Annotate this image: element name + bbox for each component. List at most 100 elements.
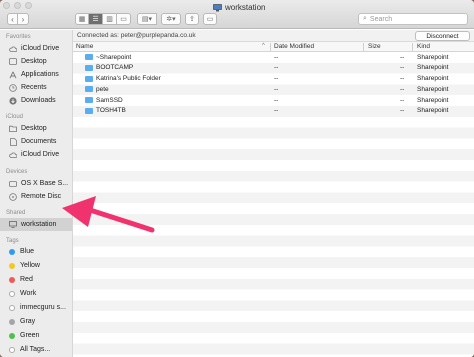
gallery-view-button[interactable]: ▭ <box>117 13 131 25</box>
sidebar-heading-devices: Devices <box>6 169 28 175</box>
column-divider[interactable] <box>412 43 413 51</box>
icon-view-button[interactable]: ▦ <box>75 13 89 25</box>
sidebar-item-applications[interactable]: Applications <box>0 68 72 81</box>
sidebar-item-icloud-drive[interactable]: iCloud Drive <box>0 42 72 55</box>
file-name: ~Sharepoint <box>96 53 132 61</box>
column-kind[interactable]: Kind <box>417 43 430 50</box>
close-button[interactable] <box>3 2 10 9</box>
sidebar-item-icloud-drive-2[interactable]: iCloud Drive <box>0 148 72 161</box>
minimize-button[interactable] <box>14 2 21 9</box>
sidebar-item-remote-disc[interactable]: Remote Disc <box>0 190 72 203</box>
folder-icon <box>85 97 93 104</box>
tag-color-dot <box>9 262 15 269</box>
search-icon: ⌕ <box>363 15 367 22</box>
column-size[interactable]: Size <box>368 43 381 50</box>
file-name: pete <box>96 85 109 93</box>
file-size: -- <box>400 107 405 115</box>
folder-icon <box>85 64 93 71</box>
tag-label: All Tags... <box>20 346 51 353</box>
column-date-modified[interactable]: Date Modified <box>274 43 314 50</box>
folder-icon <box>85 54 93 60</box>
tag-color-dot <box>9 346 15 353</box>
sidebar-heading-shared: Shared <box>6 210 26 216</box>
window-title: workstation <box>213 3 265 12</box>
sidebar-item-label: OS X Base S... <box>21 180 69 187</box>
tag-color-dot <box>9 332 15 339</box>
tag-gray[interactable]: Gray <box>0 315 72 328</box>
column-view-button[interactable]: ▥ <box>103 13 117 25</box>
tag-button[interactable]: ▭ <box>203 13 217 25</box>
sidebar-item-desktop[interactable]: Desktop <box>0 55 72 68</box>
table-row[interactable]: pete -- -- Sharepoint <box>73 84 474 95</box>
sidebar-item-workstation[interactable]: workstation <box>0 218 72 231</box>
tag-yellow[interactable]: Yellow <box>0 259 72 272</box>
disk-icon <box>9 180 17 188</box>
tag-label: Gray <box>20 318 36 325</box>
tag-color-dot <box>9 276 15 283</box>
sidebar-item-os-x-base[interactable]: OS X Base S... <box>0 177 72 190</box>
navigation-buttons: ‹ › <box>7 13 29 25</box>
sidebar-heading-tags: Tags <box>6 238 19 244</box>
table-row[interactable]: Katrina's Public Folder -- -- Sharepoint <box>73 74 474 85</box>
cloud-icon <box>9 151 17 159</box>
file-kind: Sharepoint <box>417 75 449 83</box>
file-browser: Connected as: peter@purplepanda.co.uk Di… <box>73 30 474 357</box>
file-name: TOSH4TB <box>96 107 126 115</box>
file-date: -- <box>274 53 279 61</box>
disconnect-button[interactable]: Disconnect <box>415 31 470 41</box>
disc-icon <box>9 192 17 201</box>
sidebar-item-recents[interactable]: Recents <box>0 81 72 94</box>
download-icon <box>9 96 17 105</box>
sidebar-item-label: iCloud Drive <box>21 45 60 52</box>
tag-label: Red <box>20 276 33 283</box>
table-row[interactable]: SamSSD -- -- Sharepoint <box>73 95 474 106</box>
toolbar: ‹ › ▦ ☰ ▥ ▭ ▤▾ ✲▾ ⇪ ▭ workstation ⌕ Sear… <box>0 0 474 29</box>
share-button[interactable]: ⇪ <box>185 13 199 25</box>
table-row[interactable]: ~Sharepoint -- -- Sharepoint <box>73 52 474 63</box>
file-size: -- <box>400 75 405 83</box>
file-date: -- <box>274 85 279 93</box>
sidebar-item-downloads[interactable]: Downloads <box>0 94 72 107</box>
tag-label: Yellow <box>20 262 40 269</box>
tag-color-dot <box>9 304 15 311</box>
file-date: -- <box>274 107 279 115</box>
table-row[interactable]: TOSH4TB -- -- Sharepoint <box>73 106 474 117</box>
tag-immecguru[interactable]: immecguru s... <box>0 301 72 314</box>
sort-chevron-icon: ^ <box>262 43 265 49</box>
connection-bar: Connected as: peter@purplepanda.co.uk Di… <box>73 30 474 42</box>
column-name[interactable]: Name <box>76 43 93 50</box>
action-toolbar: ▤▾ ✲▾ ⇪ ▭ <box>137 13 217 25</box>
group-by-button[interactable]: ▤▾ <box>137 13 157 25</box>
table-row[interactable]: BOOTCAMP -- -- Sharepoint <box>73 63 474 74</box>
sidebar-item-label: workstation <box>21 221 57 228</box>
sidebar-item-label: Documents <box>21 138 57 145</box>
tag-red[interactable]: Red <box>0 273 72 286</box>
sidebar-item-icloud-desktop[interactable]: Desktop <box>0 122 72 135</box>
back-button[interactable]: ‹ <box>7 13 18 25</box>
file-size: -- <box>400 85 405 93</box>
action-gear-button[interactable]: ✲▾ <box>161 13 181 25</box>
tag-work[interactable]: Work <box>0 287 72 300</box>
folder-icon <box>85 107 93 114</box>
tag-label: Work <box>20 290 37 297</box>
column-divider[interactable] <box>270 43 271 51</box>
tag-color-dot <box>9 248 15 255</box>
file-name: SamSSD <box>96 96 123 104</box>
list-view-button[interactable]: ☰ <box>89 13 103 25</box>
search-placeholder: Search <box>369 15 393 23</box>
tag-label: Blue <box>20 248 35 255</box>
tag-all-tags[interactable]: All Tags... <box>0 343 72 356</box>
file-date: -- <box>274 75 279 83</box>
folder-icon <box>9 125 17 133</box>
sidebar-item-documents[interactable]: Documents <box>0 135 72 148</box>
tag-blue[interactable]: Blue <box>0 245 72 258</box>
search-field[interactable]: ⌕ Search <box>358 13 468 25</box>
forward-button[interactable]: › <box>18 13 29 25</box>
sidebar-item-label: Desktop <box>21 125 47 132</box>
tag-green[interactable]: Green <box>0 329 72 342</box>
file-name: BOOTCAMP <box>96 64 134 72</box>
column-divider[interactable] <box>363 43 364 51</box>
folder-icon <box>85 75 93 82</box>
zoom-button[interactable] <box>25 2 32 9</box>
file-size: -- <box>400 53 405 61</box>
